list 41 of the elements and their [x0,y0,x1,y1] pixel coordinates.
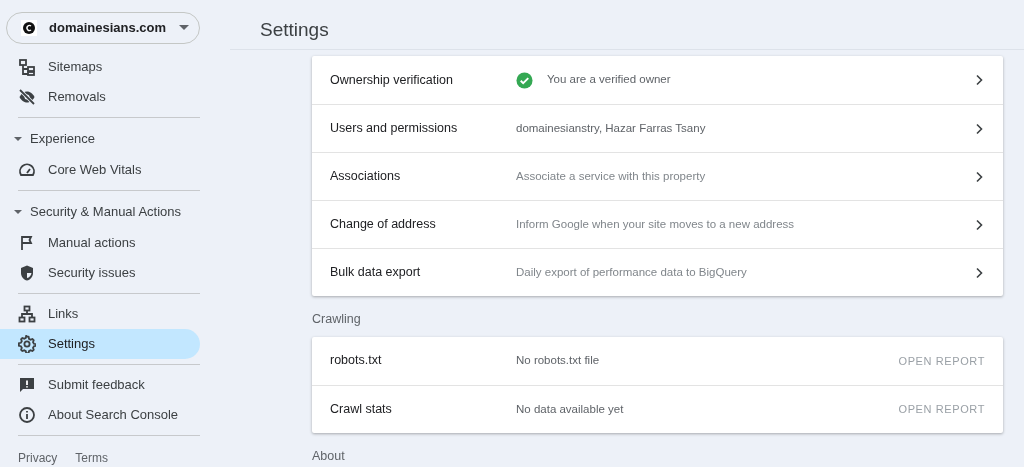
property-selector[interactable]: domainesians.com [6,12,200,44]
setting-value: Associate a service with this property [516,168,706,184]
setting-value: No robots.txt file [516,353,600,369]
sitemap-icon [18,58,36,76]
footer-link[interactable]: Privacy [18,449,58,467]
section-header[interactable]: Security & Manual Actions [0,196,230,228]
setting-label: Bulk data export [330,264,422,282]
feedback-icon [18,376,36,394]
site-logo-icon [21,20,37,36]
setting-label: robots.txt [330,352,383,370]
section-heading: Crawling [312,311,362,328]
shield-icon [18,264,36,282]
eye-slash-icon [18,88,36,106]
setting-value: No data available yet [516,401,624,417]
setting-value: Daily export of performance data to BigQuery [516,264,747,280]
sidebar-item[interactable]: Core Web Vitals [0,155,200,185]
setting-value: Inform Google when your site moves to a new address [516,216,795,232]
sidebar-item[interactable]: Manual actions [0,228,200,258]
footer-link[interactable]: Terms [75,449,108,467]
setting-value: domainesianstry, Hazar Farras Tsany [516,120,706,136]
settings-icon [18,335,36,353]
sidebar-item[interactable]: Settings [0,329,200,359]
page-title: Settings [260,19,329,40]
section-heading: About [312,447,346,465]
setting-label: Associations [330,168,402,186]
sidebar-item[interactable]: Submit feedback [0,370,200,400]
setting-label: Crawl stats [330,400,393,418]
dropdown-caret-icon [179,25,189,31]
setting-label: Users and permissions [330,120,459,138]
sidebar-item[interactable]: About Search Console [0,400,200,430]
section-header[interactable]: Experience [0,123,230,155]
setting-label: Change of address [330,216,437,234]
network-icon [18,305,36,323]
gauge-icon [18,161,36,179]
sidebar-item[interactable]: Links [0,299,200,329]
setting-label: Ownership verification [330,71,454,89]
sidebar-item[interactable]: Removals [0,82,200,112]
setting-value: You are a verified owner [547,72,671,88]
sidebar-item[interactable]: Sitemaps [0,52,200,82]
sidebar-item[interactable]: Security issues [0,258,200,288]
info-icon [18,406,36,424]
